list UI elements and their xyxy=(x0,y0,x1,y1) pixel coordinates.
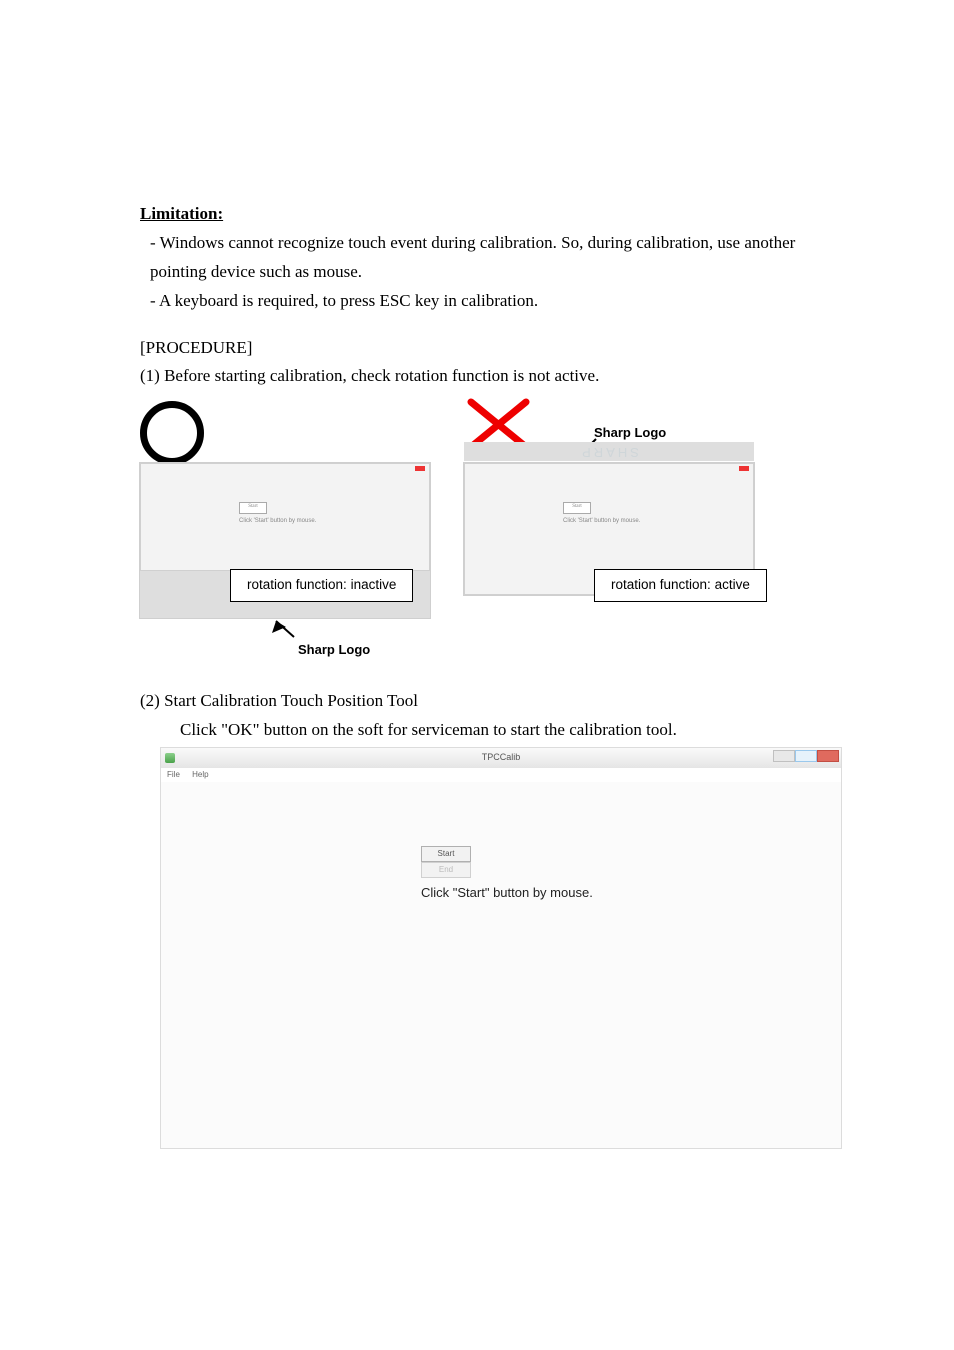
close-icon xyxy=(739,466,749,471)
menu-bar: File Help xyxy=(161,768,841,783)
start-button[interactable]: Start xyxy=(421,846,471,862)
limitation-text-2: A keyboard is required, to press ESC key… xyxy=(159,291,538,310)
arrow-icon xyxy=(272,617,300,643)
step-2-title: (2) Start Calibration Touch Position Too… xyxy=(140,687,814,716)
menu-file[interactable]: File xyxy=(167,770,180,779)
limitation-item-1: - Windows cannot recognize touch event d… xyxy=(140,229,814,287)
step-1: (1) Before starting calibration, check r… xyxy=(140,362,814,391)
window-title: TPCCalib xyxy=(482,750,521,765)
heading-limitation: Limitation: xyxy=(140,200,814,229)
minimize-button[interactable] xyxy=(773,750,795,762)
end-button: End xyxy=(421,862,471,878)
sharp-logo-label: Sharp Logo xyxy=(298,639,370,661)
mini-start-button: Start xyxy=(563,502,591,514)
sharp-wordmark-rotated: SHARP xyxy=(464,442,754,461)
mini-start-button: Start xyxy=(239,502,267,514)
menu-help[interactable]: Help xyxy=(192,770,208,779)
limitation-text-1: Windows cannot recognize touch event dur… xyxy=(150,233,795,281)
window-titlebar: TPCCalib xyxy=(161,748,841,768)
figure-rotation-check: Sharp Logo Start Click 'Start' button by… xyxy=(140,397,814,677)
limitation-item-2: - A keyboard is required, to press ESC k… xyxy=(140,287,814,316)
mini-caption: Click 'Start' button by mouse. xyxy=(563,516,640,526)
mini-caption: Click 'Start' button by mouse. xyxy=(239,516,316,526)
heading-procedure: [PROCEDURE] xyxy=(140,334,814,363)
label-rotation-inactive: rotation function: inactive xyxy=(230,569,413,602)
step-2-body: Click "OK" button on the soft for servic… xyxy=(140,716,814,745)
close-icon xyxy=(415,466,425,471)
maximize-button[interactable] xyxy=(795,750,817,762)
correct-circle-icon xyxy=(140,401,204,465)
screenshot-tpccalib: TPCCalib File Help Start End Click "Star… xyxy=(160,747,842,1149)
app-icon xyxy=(165,753,175,763)
close-button[interactable] xyxy=(817,750,839,762)
label-rotation-active: rotation function: active xyxy=(594,569,767,602)
instruction-text: Click "Start" button by mouse. xyxy=(421,882,593,904)
